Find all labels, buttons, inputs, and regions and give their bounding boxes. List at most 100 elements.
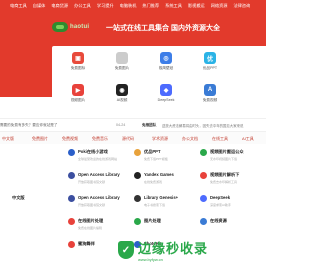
notice-left-text: 需要的免费有多失？要应你就站是了	[0, 123, 58, 127]
resource-title: 中文版	[12, 195, 25, 200]
nav-item[interactable]: 热门推荐	[142, 3, 159, 9]
resource-title: 视频图片解析下	[210, 172, 240, 177]
resource-item[interactable]: 优品PPT 免费下载PPT模板	[134, 146, 200, 168]
free-video-icon: A	[204, 84, 216, 96]
tool-label: 极简壁纸	[158, 66, 174, 70]
resource-row: 在线图片处理 免费在线图片编辑 图片处理 在线资源	[0, 215, 266, 237]
resource-desc: 免费去水印解析工具	[210, 180, 238, 184]
resource-title: Poki在线小游戏	[78, 149, 108, 154]
resource-item[interactable]: DeepSeek 深度求索AI助手	[200, 192, 266, 214]
notice-title[interactable]: 免推团队	[142, 123, 156, 128]
nav-item[interactable]: 电脑装机	[120, 3, 137, 9]
tool-label: 视频图片	[70, 98, 86, 102]
notice-text: 送放大资法解易将由时头，因失去中年的国见大家来说	[162, 124, 244, 128]
resource-title: Open Access Library	[78, 195, 120, 200]
resource-item[interactable]: 图片处理	[134, 215, 200, 237]
resource-icon	[200, 172, 207, 179]
tool-label: 免费图标	[70, 66, 86, 70]
resource-item[interactable]: 在线资源	[200, 215, 266, 237]
resource-icon	[134, 218, 141, 225]
watermark: ✓ 边缘秒收录 www.byfyw.cn	[118, 238, 208, 262]
category-tab[interactable]: 中文版	[2, 136, 14, 142]
tool-item[interactable]: ◉ AI视频	[102, 84, 142, 103]
nav-item[interactable]: 办公工具	[74, 3, 91, 9]
resource-desc: 免费下载PPT模板	[144, 157, 168, 161]
tool-item[interactable]: 优优品PPT	[190, 52, 230, 71]
category-tab[interactable]: 源代码	[122, 136, 134, 142]
resource-row: Open Access Library 开放获取图书馆文献 Yandex Games…	[0, 169, 266, 191]
resource-row: 中文版 Open Access Library 开放获取图书馆文献 Library G…	[0, 192, 266, 214]
tool-label: AI视频	[116, 98, 128, 102]
resource-title: Open Access Library	[78, 172, 120, 177]
nav-item[interactable]: 电商工具	[10, 3, 27, 9]
resource-desc: 无水印视频图片下载	[210, 157, 238, 161]
nav-item[interactable]: 系统工具	[165, 3, 182, 9]
nav-item[interactable]: 影视搬运	[188, 3, 205, 9]
shield-icon: ✓	[118, 241, 134, 259]
resource-item[interactable]: Library Genesis+ 电子书搜索下载	[134, 192, 200, 214]
resource-title: 视频图片搬运公众	[210, 149, 244, 154]
nav-item[interactable]: 自媒体	[33, 3, 46, 9]
resource-row: Poki在线小游戏 全球最受欢迎的在线游戏网站 优品PPT 免费下载PPT模板 视频图片…	[0, 146, 266, 168]
resource-item[interactable]: 视频图片搬运公众 无水印视频图片下载	[200, 146, 266, 168]
tool-item[interactable]: 免费图片	[102, 52, 142, 71]
resource-title: 蜜狗舞伴	[78, 241, 95, 246]
category-tab[interactable]: 免费音乐	[92, 136, 108, 142]
resource-item[interactable]: Open Access Library 开放获取图书馆文献	[68, 169, 134, 191]
resource-icon	[68, 218, 75, 225]
resource-item[interactable]: 在线图片处理 免费在线图片编辑	[68, 215, 134, 237]
resource-desc: 电子书搜索下载	[144, 203, 166, 207]
tool-item[interactable]: ▶ 视频图片	[58, 84, 98, 103]
resource-item[interactable]: Yandex Games 在线免费游戏	[134, 169, 200, 191]
logo-text: haotui	[70, 24, 90, 30]
resource-desc: 深度求索AI助手	[210, 203, 231, 207]
site-slogan: 一站式在线工具集合 国内外资源大全	[106, 25, 220, 32]
resource-item[interactable]	[2, 146, 68, 168]
resource-item[interactable]	[2, 215, 68, 237]
photo-icon	[116, 52, 128, 64]
category-tab[interactable]: AI工具	[242, 136, 254, 142]
resource-icon	[68, 241, 75, 248]
resource-icon	[68, 172, 75, 179]
resource-desc: 在线免费游戏	[144, 180, 163, 184]
resource-item[interactable]	[200, 238, 266, 260]
resource-desc: 免费在线图片编辑	[78, 226, 103, 230]
category-tab[interactable]: 在线工具	[212, 136, 228, 142]
tool-label: 优品PPT	[202, 66, 218, 70]
tool-item[interactable]: ◆ DeepSeek	[146, 84, 186, 102]
tool-item[interactable]: A 免费视频	[190, 84, 230, 103]
site-logo[interactable]: haotui	[52, 22, 89, 32]
nav-item[interactable]: 电商货源	[51, 3, 68, 9]
watermark-sub: www.byfyw.cn	[138, 257, 163, 262]
deepseek-icon: ◆	[160, 84, 172, 96]
resource-icon	[68, 149, 75, 156]
resource-item[interactable]: 中文版	[2, 192, 68, 214]
video-icon: ▶	[72, 84, 84, 96]
resource-item[interactable]	[2, 169, 68, 191]
resource-desc: 开放获取图书馆文献	[78, 180, 106, 184]
watermark-main: 边缘秒收录	[138, 241, 209, 256]
resource-title: Library Genesis+	[144, 195, 179, 200]
nav-item[interactable]: 学习提升	[97, 3, 114, 9]
resource-item[interactable]	[2, 238, 68, 260]
resource-icon	[200, 195, 207, 202]
category-tab[interactable]: 免费视频	[62, 136, 78, 142]
category-tab[interactable]: 办公文档	[182, 136, 198, 142]
notice-bar: 需要的免费有多失？要应你就站是了 04-24 免推团队 送放大资法解易将由时头，…	[0, 118, 266, 132]
tool-item[interactable]: ◎ 极简壁纸	[146, 52, 186, 71]
resource-item[interactable]: Poki在线小游戏 全球最受欢迎的在线游戏网站	[68, 146, 134, 168]
ppt-icon: 优	[204, 52, 216, 64]
resource-icon	[200, 218, 207, 225]
resource-title: Yandex Games	[144, 172, 174, 177]
nav-item[interactable]: 法律咨询	[233, 3, 250, 9]
category-tab[interactable]: 免费图片	[32, 136, 48, 142]
ai-video-icon: ◉	[116, 84, 128, 96]
resource-item[interactable]: 视频图片解析下 免费去水印解析工具	[200, 169, 266, 191]
top-nav: 电商工具 自媒体 电商货源 办公工具 学习提升 电脑装机 热门推荐 系统工具 影视搬运 网络资源法…	[0, 0, 266, 12]
tool-item[interactable]: ▣ 免费图标	[58, 52, 98, 71]
resource-item[interactable]: Open Access Library 开放获取图书馆文献	[68, 192, 134, 214]
category-tab[interactable]: 学术资源	[152, 136, 168, 142]
resource-title: 在线图片处理	[78, 218, 104, 223]
resource-desc: 开放获取图书馆文献	[78, 203, 106, 207]
nav-item[interactable]: 网络资源	[211, 3, 228, 9]
